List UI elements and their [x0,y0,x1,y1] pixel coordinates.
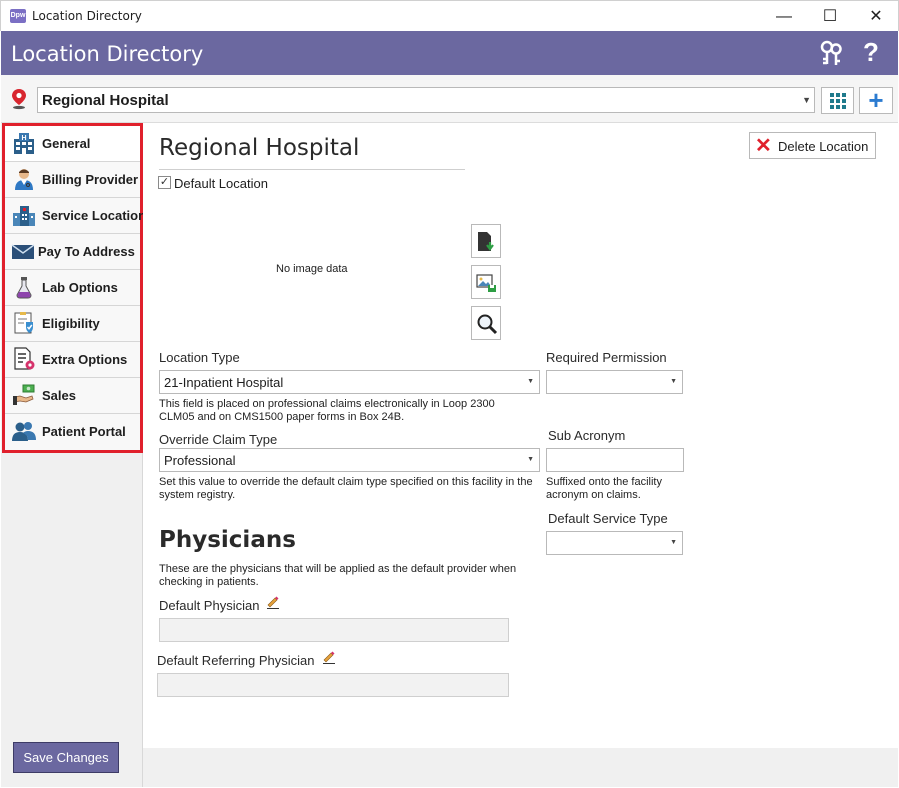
magnifier-icon [477,314,498,335]
sidebar-item-label: Lab Options [42,280,118,295]
sidebar-item-label: Extra Options [42,352,128,367]
help-icon[interactable]: ? [863,37,879,68]
default-referring-physician-input[interactable] [157,673,509,697]
sidebar-item-lab-options[interactable]: Lab Options [5,270,140,306]
sidebar-item-label: Service Location [42,208,147,223]
override-claim-type-dropdown[interactable]: Professional ▼ [159,448,540,472]
close-button[interactable]: ✕ [853,1,899,32]
sidebar-item-label: Patient Portal [42,424,126,439]
window-title: Location Directory [32,9,142,23]
sub-acronym-input[interactable] [546,448,684,472]
sidebar-item-label: Sales [42,388,76,403]
money-hand-icon [13,384,35,405]
svg-text:H: H [21,135,26,142]
required-permission-dropdown[interactable]: ▼ [546,370,683,394]
doctor-icon [15,169,33,190]
checklist-shield-icon [14,312,33,334]
envelope-icon [11,244,35,259]
location-type-value: 21-Inpatient Hospital [164,375,284,390]
sidebar-item-extra-options[interactable]: Extra Options [5,342,140,378]
sidebar: H General Billing Provider Service Locat… [1,123,146,787]
sidebar-item-label: Eligibility [42,316,100,331]
delete-location-button[interactable]: ✕ Delete Location [749,132,876,159]
file-download-icon [478,232,494,251]
chevron-down-icon: ▼ [670,378,677,385]
override-claim-type-help: Set this value to override the default c… [159,476,533,501]
sidebar-item-sales[interactable]: Sales [5,378,140,414]
default-physician-label: Default Physician [159,598,260,613]
flask-icon [16,277,32,299]
location-type-dropdown[interactable]: 21-Inpatient Hospital ▼ [159,370,540,394]
document-gear-icon [14,347,35,370]
location-dropdown-value: Regional Hospital [42,92,169,109]
grid-icon [830,93,846,109]
sidebar-item-pay-to-address[interactable]: Pay To Address [5,234,140,270]
save-changes-button[interactable]: Save Changes [13,742,119,773]
chevron-down-icon: ▼ [670,539,677,546]
delete-location-label: Delete Location [778,139,869,154]
title-divider [159,169,465,170]
delete-x-icon: ✕ [755,135,772,157]
footer-strip [143,748,898,787]
map-pin-icon [12,89,26,110]
load-image-button[interactable] [471,224,501,258]
sidebar-item-eligibility[interactable]: Eligibility [5,306,140,342]
location-dropdown[interactable]: Regional Hospital ▼ [37,87,815,113]
sub-acronym-help: Suffixed onto the facility acronym on cl… [546,476,662,501]
edit-referring-physician-icon[interactable] [322,650,336,664]
default-location-checkbox[interactable]: ✓ [158,176,171,189]
default-location-label: Default Location [174,176,268,191]
hospital-icon: H [14,133,34,154]
view-image-button[interactable] [471,306,501,340]
users-icon [12,422,36,441]
location-type-label: Location Type [159,350,240,365]
header-title: Location Directory [11,42,204,66]
edit-default-physician-icon[interactable] [266,595,280,609]
sidebar-item-label: Pay To Address [38,244,135,259]
page-title: Regional Hospital [159,135,360,161]
default-referring-physician-label: Default Referring Physician [157,653,315,668]
sidebar-item-service-location[interactable]: Service Location [5,198,146,234]
required-permission-label: Required Permission [546,350,667,365]
location-selector-bar: Regional Hospital ▼ + [1,75,898,123]
chevron-down-icon: ▼ [527,378,534,385]
chevron-down-icon: ▼ [802,95,811,105]
default-service-type-dropdown[interactable]: ▼ [546,531,683,555]
sidebar-item-label: Billing Provider [42,172,139,187]
sidebar-nav: H General Billing Provider Service Locat… [2,123,146,453]
override-claim-type-value: Professional [164,453,236,468]
sidebar-item-patient-portal[interactable]: Patient Portal [5,414,140,450]
main-panel: Regional Hospital ✕ Delete Location ✓ De… [143,123,898,748]
add-location-button[interactable]: + [859,87,893,114]
default-service-type-label: Default Service Type [548,511,668,526]
chevron-down-icon: ▼ [527,456,534,463]
sidebar-item-billing-provider[interactable]: Billing Provider [5,162,140,198]
window-title-bar: Dpw Location Directory — ☐ ✕ [0,0,899,31]
image-save-icon [476,274,496,292]
physicians-help: These are the physicians that will be ap… [159,563,517,588]
save-image-button[interactable] [471,265,501,299]
sub-acronym-label: Sub Acronym [548,428,626,443]
sidebar-item-label: General [42,136,91,151]
building-icon [13,206,35,226]
page-header: Location Directory ? [1,31,898,75]
maximize-button[interactable]: ☐ [807,1,853,32]
grid-view-button[interactable] [821,87,854,114]
keys-icon[interactable] [817,39,845,67]
minimize-button[interactable]: — [761,1,807,32]
no-image-placeholder: No image data [276,263,348,275]
sidebar-item-general[interactable]: H General [5,126,140,162]
location-type-help: This field is placed on professional cla… [159,398,495,423]
app-icon: Dpw [10,9,26,23]
physicians-section-title: Physicians [159,527,296,553]
default-physician-input[interactable] [159,618,509,642]
override-claim-type-label: Override Claim Type [159,432,278,447]
